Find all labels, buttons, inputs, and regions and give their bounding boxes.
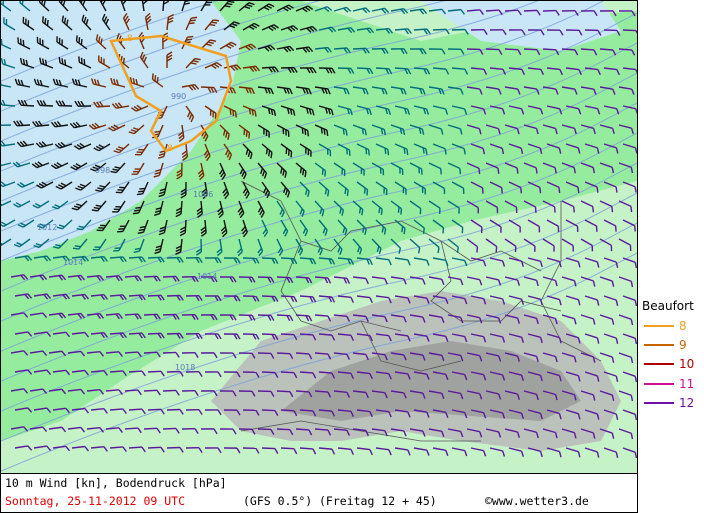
- weather-map: 8 8 1012 1014 1014 1018 990 998 1006: [0, 0, 638, 474]
- map-canvas: 8 8 1012 1014 1014 1018 990 998 1006: [1, 1, 637, 473]
- legend-item: 11: [641, 377, 704, 391]
- legend-item: 10: [641, 357, 704, 371]
- isobar-label: 1014: [63, 258, 83, 267]
- isobar-label: 1012: [37, 223, 57, 232]
- legend-value: 9: [679, 338, 687, 352]
- legend-value: 12: [679, 396, 695, 410]
- gale-label-top: 8: [127, 34, 133, 44]
- isobar-label: 1018: [175, 363, 195, 372]
- legend-item: 8: [641, 319, 704, 333]
- isobar-label: 998: [95, 166, 110, 175]
- gale-label-bottom: 8: [167, 144, 173, 154]
- isobar-label: 1014: [197, 272, 217, 281]
- source-link[interactable]: ©www.wetter3.de: [485, 494, 589, 508]
- legend-value: 10: [679, 357, 695, 371]
- legend-swatch: [644, 383, 674, 385]
- isobar-label: 990: [171, 92, 186, 101]
- valid-date: Sonntag, 25-11-2012 09 UTC: [5, 494, 186, 508]
- isobar-label: 1006: [193, 190, 213, 199]
- legend-value: 8: [679, 319, 687, 333]
- legend-swatch: [644, 363, 674, 365]
- map-footer: 10 m Wind [kn], Bodendruck [hPa] Sonntag…: [0, 474, 638, 513]
- legend-value: 11: [679, 377, 695, 391]
- model-label: (GFS 0.5°): [243, 494, 313, 508]
- legend-title: Beaufort: [642, 299, 694, 313]
- run-label: (Freitag 12 + 45): [319, 494, 437, 508]
- variable-label: 10 m Wind [kn], Bodendruck [hPa]: [5, 476, 227, 490]
- legend-swatch: [644, 402, 674, 404]
- legend-swatch: [644, 344, 674, 346]
- legend-item: 12: [641, 396, 704, 410]
- legend-item: 9: [641, 338, 704, 352]
- legend-swatch: [644, 325, 674, 327]
